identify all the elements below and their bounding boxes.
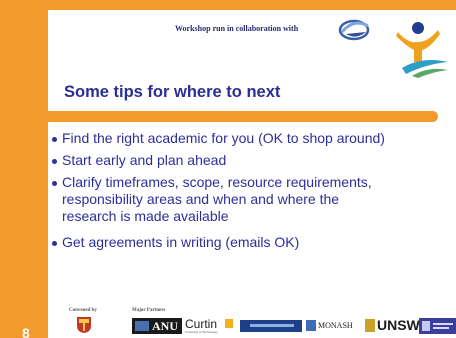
major-partners-label: Major Partners bbox=[132, 308, 166, 313]
left-accent-band bbox=[0, 0, 48, 338]
partner-logo-blue bbox=[240, 320, 302, 332]
uq-crest-icon bbox=[422, 321, 430, 331]
list-item: Find the right academic for you (OK to s… bbox=[52, 130, 456, 147]
bullet-dot-icon bbox=[52, 241, 57, 246]
list-item-text: research is made available bbox=[62, 208, 229, 224]
anu-logo: ANU bbox=[132, 318, 182, 334]
bullet-dot-icon bbox=[52, 181, 57, 186]
curtin-logo: Curtin University of Technology bbox=[185, 317, 237, 335]
list-item-text: Find the right academic for you (OK to s… bbox=[62, 130, 385, 146]
list-item: Clarify timeframes, scope, resource requ… bbox=[52, 174, 456, 225]
university-crest-icon bbox=[77, 317, 91, 333]
bullet-dot-icon bbox=[52, 159, 57, 164]
collaboration-text: Workshop run in collaboration with bbox=[175, 24, 299, 33]
uq-logo bbox=[419, 318, 456, 334]
list-item-text: responsibility areas and when and where … bbox=[62, 191, 340, 207]
list-item-text: Get agreements in writing (emails OK) bbox=[62, 234, 300, 250]
anu-crest-icon bbox=[135, 321, 149, 331]
figure-logo-icon bbox=[396, 22, 448, 78]
tips-list: Find the right academic for you (OK to s… bbox=[52, 130, 456, 251]
monash-logo: MONASH bbox=[306, 318, 362, 334]
unsw-crest-icon bbox=[365, 319, 375, 332]
list-item: Get agreements in writing (emails OK) bbox=[52, 234, 456, 251]
page-number: 8 bbox=[22, 325, 30, 338]
list-item-text: Clarify timeframes, scope, resource requ… bbox=[62, 174, 372, 190]
partner-wordmark-icon bbox=[250, 324, 294, 327]
monash-crest-icon bbox=[306, 320, 316, 331]
list-item-text: Start early and plan ahead bbox=[62, 152, 227, 168]
bullet-dot-icon bbox=[52, 137, 57, 142]
title-underline-bar bbox=[0, 111, 438, 122]
list-item: Start early and plan ahead bbox=[52, 152, 456, 169]
slide-title: Some tips for where to next bbox=[64, 83, 281, 101]
top-accent-band bbox=[0, 0, 456, 10]
curtin-crest-icon bbox=[225, 319, 233, 328]
slide: Workshop run in collaboration with Some … bbox=[0, 0, 456, 338]
unsw-logo: UNSW bbox=[365, 317, 420, 335]
swoosh-logo-icon bbox=[338, 19, 370, 41]
convened-by-label: Convened by bbox=[69, 308, 97, 313]
